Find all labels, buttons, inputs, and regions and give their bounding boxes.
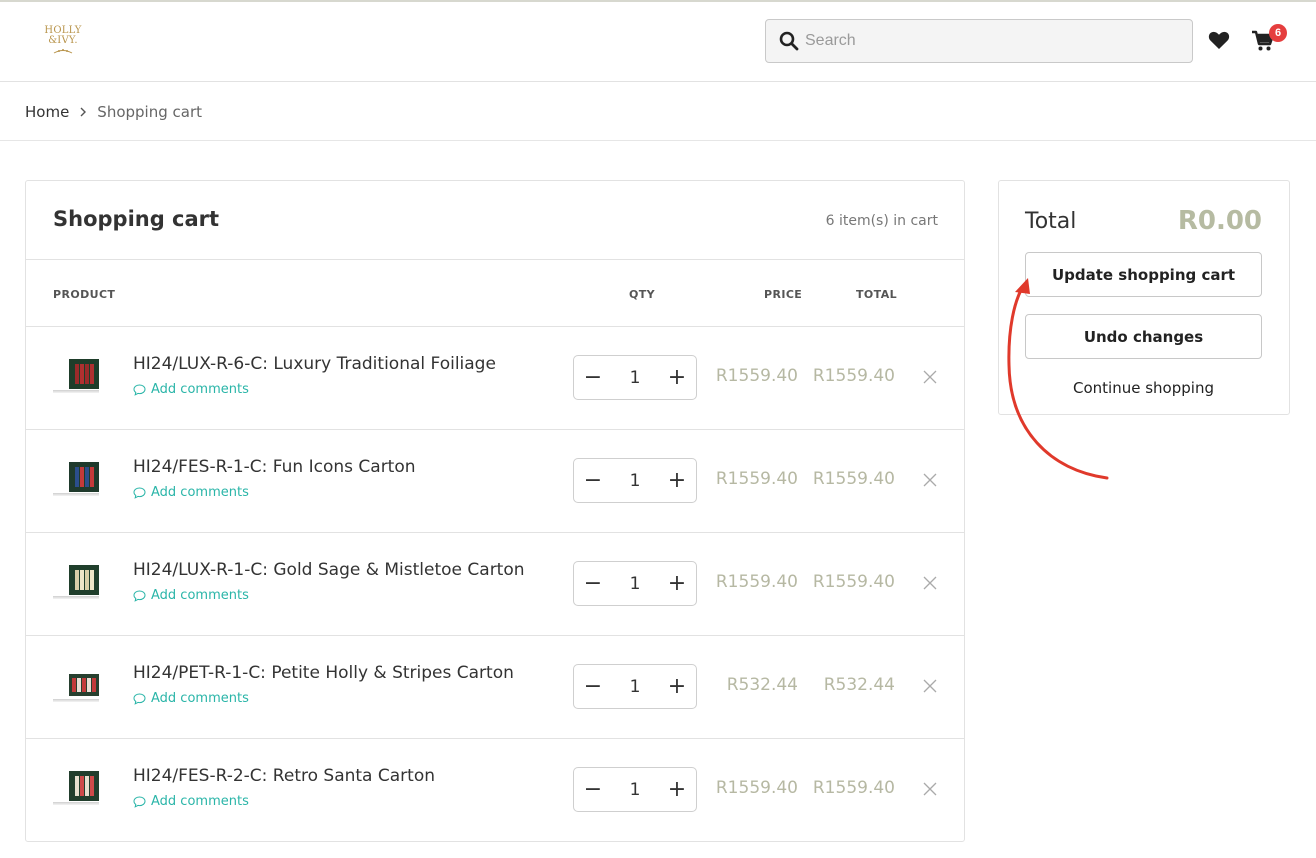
- remove-item-icon[interactable]: [922, 678, 938, 694]
- add-comments-label: Add comments: [151, 382, 249, 397]
- product-name[interactable]: HI24/FES-R-1-C: Fun Icons Carton: [133, 457, 416, 477]
- add-comments-label: Add comments: [151, 588, 249, 603]
- site-header: HOLLY &IVY. 6: [0, 2, 1316, 82]
- cart-column-headers: PRODUCT QTY PRICE TOTAL: [26, 260, 964, 327]
- product-thumbnail[interactable]: [53, 668, 99, 702]
- decrease-qty-button[interactable]: −: [574, 469, 612, 491]
- item-total: R1559.40: [812, 366, 895, 386]
- remove-item-icon[interactable]: [922, 575, 938, 591]
- decrease-qty-button[interactable]: −: [574, 366, 612, 388]
- quantity-stepper: − 1 +: [573, 355, 697, 400]
- add-comments-label: Add comments: [151, 794, 249, 809]
- comment-icon: [133, 486, 146, 499]
- product-thumbnail[interactable]: [53, 359, 99, 393]
- search-icon[interactable]: [779, 31, 799, 51]
- add-comments-link[interactable]: Add comments: [133, 382, 249, 397]
- product-name[interactable]: HI24/LUX-R-6-C: Luxury Traditional Foili…: [133, 354, 496, 374]
- item-price: R1559.40: [715, 572, 798, 592]
- cart-row: HI24/FES-R-2-C: Retro Santa Carton Add c…: [26, 739, 964, 842]
- add-comments-link[interactable]: Add comments: [133, 485, 249, 500]
- quantity-value[interactable]: 1: [612, 677, 658, 697]
- increase-qty-button[interactable]: +: [658, 572, 696, 594]
- total-value: R0.00: [1177, 206, 1262, 236]
- holly-sprig-icon: [53, 49, 73, 54]
- increase-qty-button[interactable]: +: [658, 469, 696, 491]
- add-comments-link[interactable]: Add comments: [133, 794, 249, 809]
- cart-row: HI24/PET-R-1-C: Petite Holly & Stripes C…: [26, 636, 964, 739]
- product-name[interactable]: HI24/FES-R-2-C: Retro Santa Carton: [133, 766, 435, 786]
- remove-item-icon[interactable]: [922, 781, 938, 797]
- add-comments-link[interactable]: Add comments: [133, 588, 249, 603]
- heart-icon[interactable]: [1207, 28, 1231, 52]
- cart-item-count: 6 item(s) in cart: [825, 213, 938, 229]
- quantity-stepper: − 1 +: [573, 561, 697, 606]
- decrease-qty-button[interactable]: −: [574, 675, 612, 697]
- item-total: R1559.40: [812, 572, 895, 592]
- item-price: R532.44: [726, 675, 798, 695]
- comment-icon: [133, 795, 146, 808]
- breadcrumb: Home Shopping cart: [25, 101, 202, 123]
- quantity-value[interactable]: 1: [612, 368, 658, 388]
- quantity-value[interactable]: 1: [612, 574, 658, 594]
- increase-qty-button[interactable]: +: [658, 675, 696, 697]
- holly-ivy-logo[interactable]: HOLLY &IVY.: [40, 26, 86, 60]
- cart-panel: Shopping cart 6 item(s) in cart PRODUCT …: [25, 180, 965, 842]
- comment-icon: [133, 383, 146, 396]
- breadcrumb-home-link[interactable]: Home: [25, 103, 69, 121]
- quantity-stepper: − 1 +: [573, 664, 697, 709]
- quantity-value[interactable]: 1: [612, 780, 658, 800]
- comment-icon: [133, 692, 146, 705]
- product-thumbnail[interactable]: [53, 462, 99, 496]
- item-total: R1559.40: [812, 469, 895, 489]
- column-header-total: TOTAL: [856, 288, 898, 301]
- quantity-stepper: − 1 +: [573, 458, 697, 503]
- annotation-arrow-icon: [1007, 278, 1109, 480]
- cart-count-badge: 6: [1269, 24, 1287, 42]
- increase-qty-button[interactable]: +: [658, 778, 696, 800]
- cart-header: Shopping cart 6 item(s) in cart: [26, 181, 964, 260]
- item-total: R1559.40: [812, 778, 895, 798]
- increase-qty-button[interactable]: +: [658, 366, 696, 388]
- product-thumbnail[interactable]: [53, 771, 99, 805]
- search-bar: [765, 19, 1193, 63]
- comment-icon: [133, 589, 146, 602]
- cart-title: Shopping cart: [53, 207, 220, 231]
- breadcrumb-current: Shopping cart: [97, 103, 202, 121]
- remove-item-icon[interactable]: [922, 369, 938, 385]
- cart-row: HI24/LUX-R-1-C: Gold Sage & Mistletoe Ca…: [26, 533, 964, 636]
- item-total: R532.44: [823, 675, 895, 695]
- product-name[interactable]: HI24/PET-R-1-C: Petite Holly & Stripes C…: [133, 663, 514, 683]
- add-comments-label: Add comments: [151, 485, 249, 500]
- product-name[interactable]: HI24/LUX-R-1-C: Gold Sage & Mistletoe Ca…: [133, 560, 525, 580]
- add-comments-label: Add comments: [151, 691, 249, 706]
- total-label: Total: [1025, 209, 1077, 234]
- column-header-qty: QTY: [629, 288, 656, 301]
- add-comments-link[interactable]: Add comments: [133, 691, 249, 706]
- decrease-qty-button[interactable]: −: [574, 572, 612, 594]
- quantity-value[interactable]: 1: [612, 471, 658, 491]
- cart-row: HI24/FES-R-1-C: Fun Icons Carton Add com…: [26, 430, 964, 533]
- chevron-right-icon: [80, 107, 87, 117]
- item-price: R1559.40: [715, 778, 798, 798]
- search-input[interactable]: [805, 32, 1175, 50]
- decrease-qty-button[interactable]: −: [574, 778, 612, 800]
- item-price: R1559.40: [715, 366, 798, 386]
- product-thumbnail[interactable]: [53, 565, 99, 599]
- item-price: R1559.40: [715, 469, 798, 489]
- column-header-product: PRODUCT: [53, 288, 116, 301]
- logo-text-line2: &IVY.: [48, 35, 78, 46]
- column-header-price: PRICE: [764, 288, 803, 301]
- remove-item-icon[interactable]: [922, 472, 938, 488]
- breadcrumb-divider: [0, 140, 1316, 141]
- quantity-stepper: − 1 +: [573, 767, 697, 812]
- cart-row: HI24/LUX-R-6-C: Luxury Traditional Foili…: [26, 327, 964, 430]
